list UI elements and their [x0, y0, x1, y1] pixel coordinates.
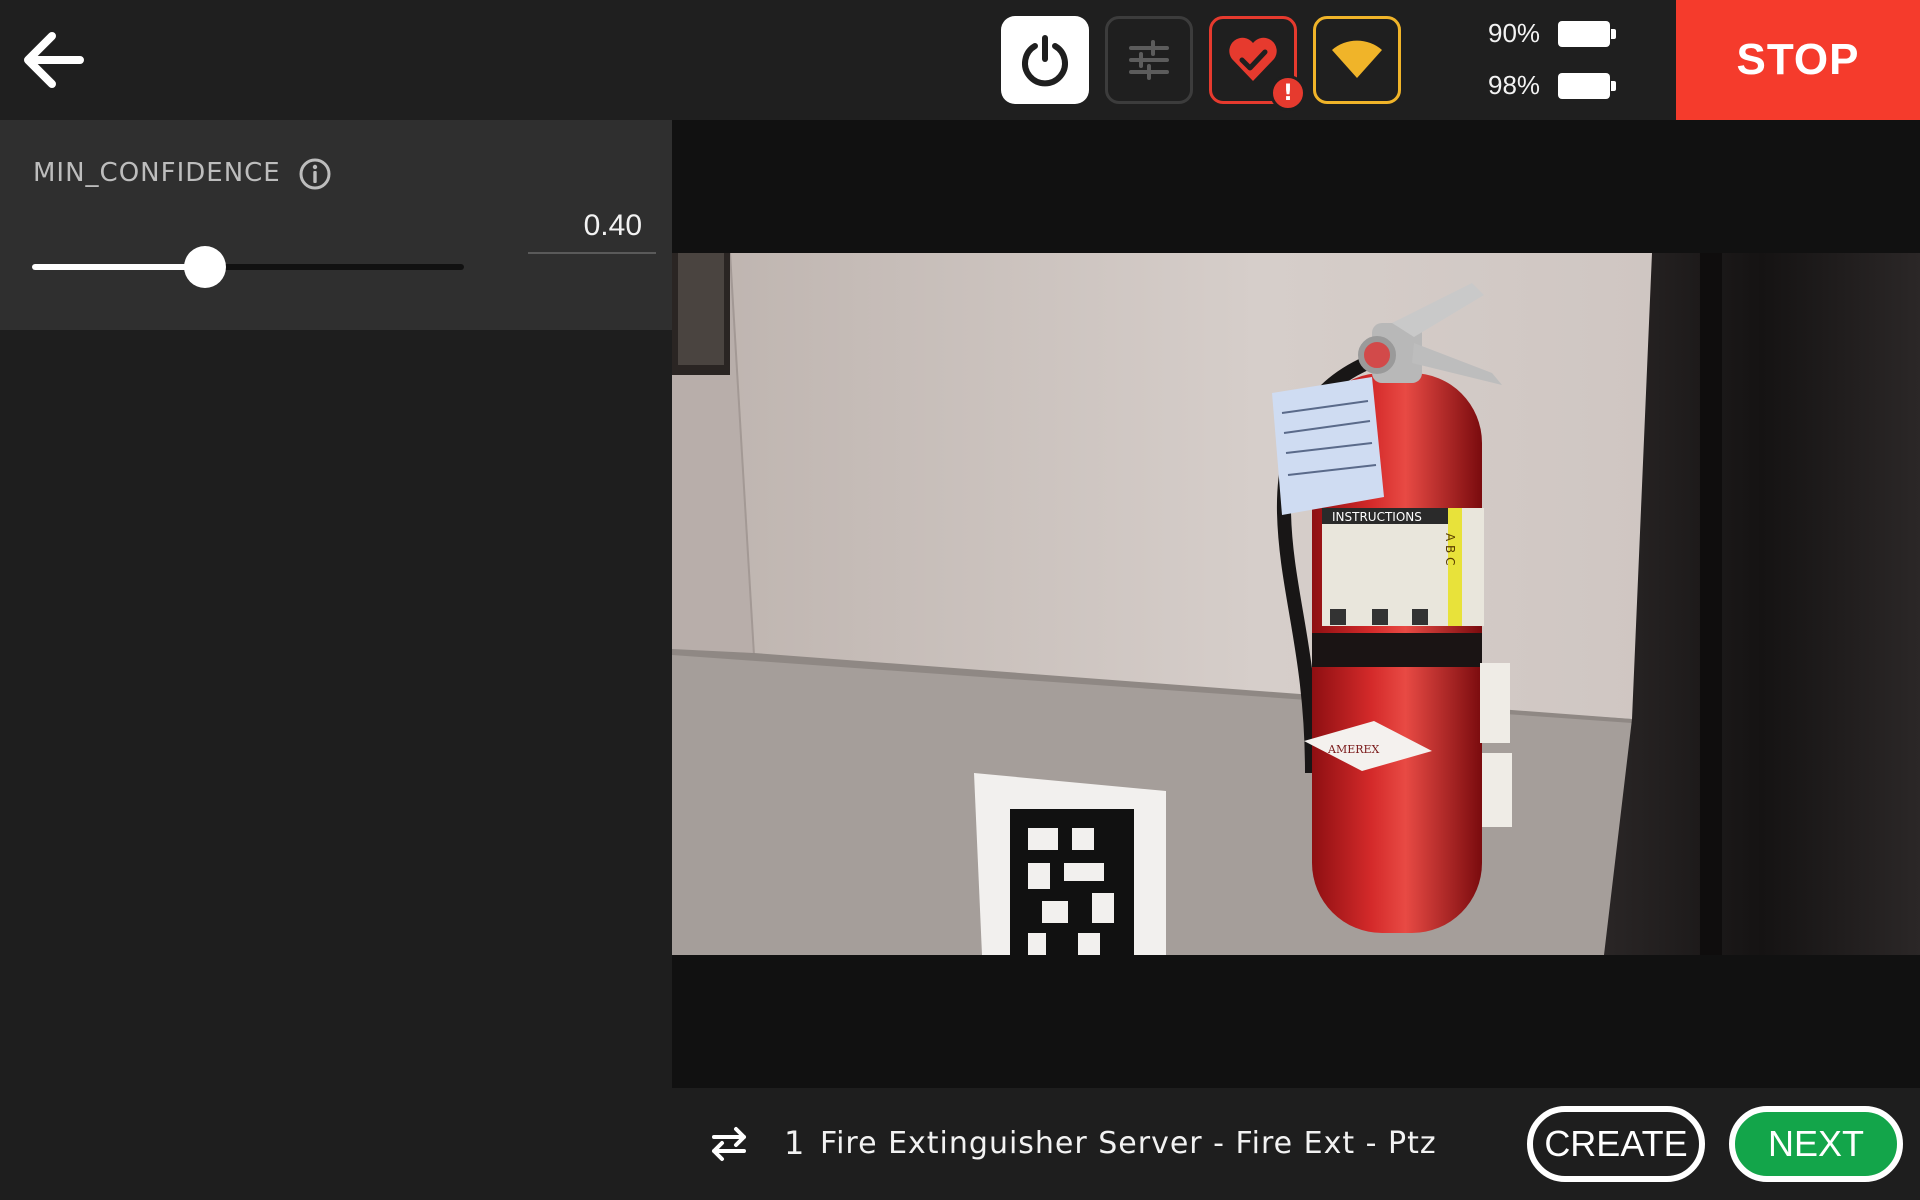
parameter-label: MIN_CONFIDENCE	[33, 158, 281, 188]
arrow-left-icon	[24, 32, 84, 88]
camera-image: INSTRUCTIONS A B C AMEREX	[672, 253, 1920, 955]
heart-check-icon	[1229, 37, 1277, 81]
slider-fill	[32, 264, 205, 270]
wifi-icon	[1332, 40, 1382, 78]
brand-label: AMEREX	[1327, 743, 1380, 756]
class-letters: A B C	[1443, 533, 1457, 565]
back-button[interactable]	[18, 24, 88, 94]
label-instructions: INSTRUCTIONS	[1332, 510, 1422, 524]
wifi-button[interactable]	[1313, 16, 1401, 104]
stop-button[interactable]: STOP	[1676, 0, 1920, 120]
info-icon[interactable]	[298, 157, 332, 191]
bottom-bar: 1 Fire Extinguisher Server - Fire Ext - …	[672, 1088, 1920, 1200]
battery-icon	[1558, 20, 1616, 47]
health-button[interactable]: !	[1209, 16, 1306, 111]
battery-status-1: 90%	[1488, 18, 1616, 49]
power-icon	[1022, 35, 1068, 87]
battery-percent: 90%	[1488, 18, 1541, 48]
task-name: Fire Extinguisher Server - Fire Ext - Pt…	[820, 1126, 1437, 1161]
alert-badge: !	[1270, 75, 1306, 111]
swap-arrows-icon[interactable]	[708, 1126, 750, 1162]
task-number: 1	[784, 1124, 805, 1162]
next-button[interactable]: NEXT	[1729, 1106, 1903, 1182]
slider-thumb[interactable]	[183, 246, 226, 288]
battery-status-2: 98%	[1488, 70, 1616, 101]
create-button[interactable]: CREATE	[1527, 1106, 1705, 1182]
parameter-panel: MIN_CONFIDENCE 0.40	[0, 120, 672, 330]
camera-view: INSTRUCTIONS A B C AMEREX	[672, 120, 1920, 1088]
top-bar: ! 90% 98% STOP	[0, 0, 1920, 120]
confidence-value-field[interactable]: 0.40	[528, 198, 656, 254]
confidence-slider[interactable]	[32, 246, 464, 288]
power-button[interactable]	[1001, 16, 1089, 104]
battery-percent: 98%	[1488, 70, 1541, 100]
camera-feed: INSTRUCTIONS A B C AMEREX	[672, 253, 1920, 955]
battery-icon	[1558, 72, 1616, 99]
sliders-icon	[1129, 40, 1169, 80]
settings-button[interactable]	[1105, 16, 1193, 104]
